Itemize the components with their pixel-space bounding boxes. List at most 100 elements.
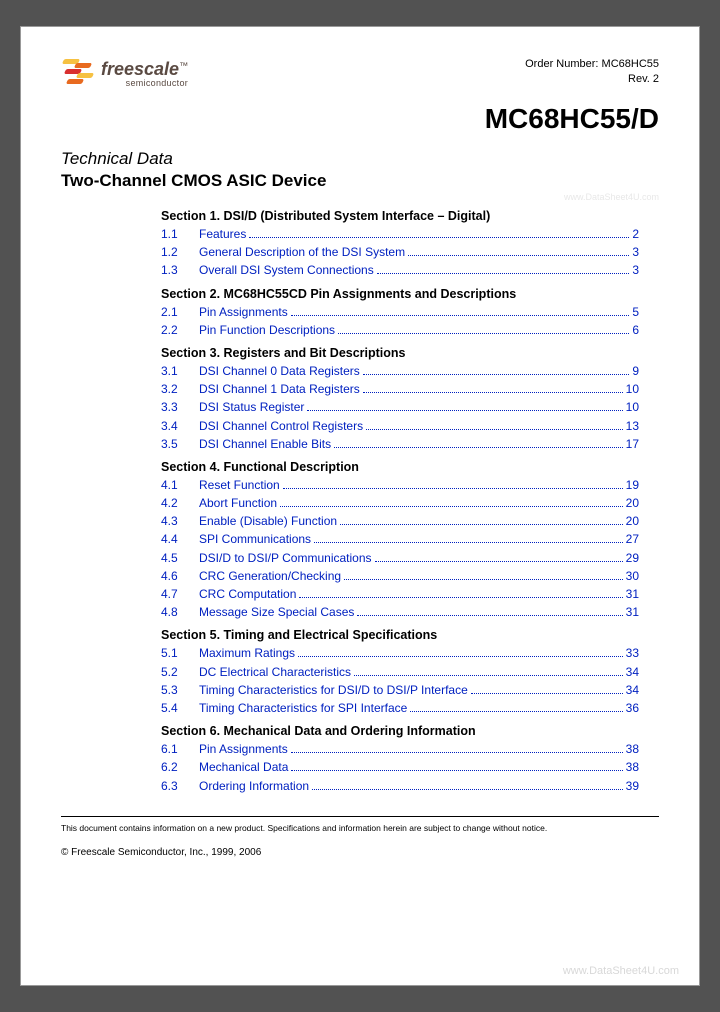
section-heading: Section 1. DSI/D (Distributed System Int… xyxy=(161,209,639,223)
toc-number: 3.2 xyxy=(161,381,199,397)
toc-label: Overall DSI System Connections xyxy=(199,262,374,278)
toc-entry[interactable]: 4.7CRC Computation31 xyxy=(161,586,639,602)
toc-label: Timing Characteristics for SPI Interface xyxy=(199,700,407,716)
watermark-bottom: www.DataSheet4U.com xyxy=(563,965,679,977)
toc-leader-dots xyxy=(314,542,623,543)
toc-page: 30 xyxy=(626,568,639,584)
toc-label: General Description of the DSI System xyxy=(199,244,405,260)
toc-number: 1.1 xyxy=(161,226,199,242)
toc-page: 36 xyxy=(626,700,639,716)
disclaimer: This document contains information on a … xyxy=(61,823,659,833)
toc-entry[interactable]: 6.3Ordering Information39 xyxy=(161,778,639,794)
toc-label: DSI Channel 1 Data Registers xyxy=(199,381,360,397)
toc-entry[interactable]: 4.3Enable (Disable) Function20 xyxy=(161,513,639,529)
toc-page: 13 xyxy=(626,418,639,434)
toc-entry[interactable]: 5.2DC Electrical Characteristics 34 xyxy=(161,664,639,680)
toc-page: 34 xyxy=(626,682,639,698)
toc-entry[interactable]: 1.2General Description of the DSI System… xyxy=(161,244,639,260)
toc-label: Abort Function xyxy=(199,495,277,511)
toc-label: DSI Channel 0 Data Registers xyxy=(199,363,360,379)
toc-number: 3.1 xyxy=(161,363,199,379)
toc-page: 20 xyxy=(626,495,639,511)
toc-label: Features xyxy=(199,226,246,242)
toc-label: DSI Channel Control Registers xyxy=(199,418,363,434)
toc-entry[interactable]: 6.1Pin Assignments38 xyxy=(161,741,639,757)
toc-entry[interactable]: 4.8Message Size Special Cases31 xyxy=(161,604,639,620)
toc-entry[interactable]: 1.1Features2 xyxy=(161,226,639,242)
toc-leader-dots xyxy=(291,315,630,316)
toc-entry[interactable]: 3.5DSI Channel Enable Bits 17 xyxy=(161,436,639,452)
toc-entry[interactable]: 2.1Pin Assignments5 xyxy=(161,304,639,320)
toc-leader-dots xyxy=(249,237,629,238)
toc-number: 4.5 xyxy=(161,550,199,566)
toc-leader-dots xyxy=(363,392,623,393)
toc-page: 10 xyxy=(626,381,639,397)
technical-data-label: Technical Data xyxy=(61,149,659,169)
toc-number: 2.2 xyxy=(161,322,199,338)
toc-number: 1.3 xyxy=(161,262,199,278)
toc-page: 38 xyxy=(626,741,639,757)
divider xyxy=(61,816,659,817)
toc-entry[interactable]: 5.1Maximum Ratings33 xyxy=(161,645,639,661)
toc-label: Pin Assignments xyxy=(199,304,288,320)
toc-entry[interactable]: 3.1DSI Channel 0 Data Registers9 xyxy=(161,363,639,379)
toc-label: DC Electrical Characteristics xyxy=(199,664,351,680)
toc-entry[interactable]: 4.4SPI Communications27 xyxy=(161,531,639,547)
toc-entry[interactable]: 5.3Timing Characteristics for DSI/D to D… xyxy=(161,682,639,698)
toc-page: 39 xyxy=(626,778,639,794)
toc-leader-dots xyxy=(340,524,623,525)
toc-page: 31 xyxy=(626,604,639,620)
logo-block: freescale™ semiconductor xyxy=(61,57,188,91)
toc-number: 5.1 xyxy=(161,645,199,661)
logo-text: freescale™ semiconductor xyxy=(101,60,188,88)
toc-number: 4.6 xyxy=(161,568,199,584)
toc-number: 4.8 xyxy=(161,604,199,620)
toc-entry[interactable]: 4.5DSI/D to DSI/P Communications29 xyxy=(161,550,639,566)
toc-entry[interactable]: 3.4DSI Channel Control Registers13 xyxy=(161,418,639,434)
toc-entry[interactable]: 3.3DSI Status Register10 xyxy=(161,399,639,415)
toc-label: DSI Channel Enable Bits xyxy=(199,436,331,452)
toc-label: SPI Communications xyxy=(199,531,311,547)
toc-number: 3.5 xyxy=(161,436,199,452)
table-of-contents: Section 1. DSI/D (Distributed System Int… xyxy=(161,209,639,794)
toc-label: Pin Function Descriptions xyxy=(199,322,335,338)
toc-leader-dots xyxy=(334,447,623,448)
toc-page: 34 xyxy=(626,664,639,680)
toc-page: 29 xyxy=(626,550,639,566)
toc-label: Pin Assignments xyxy=(199,741,288,757)
toc-entry[interactable]: 4.1Reset Function19 xyxy=(161,477,639,493)
toc-page: 17 xyxy=(626,436,639,452)
toc-number: 4.2 xyxy=(161,495,199,511)
toc-leader-dots xyxy=(357,615,622,616)
toc-leader-dots xyxy=(377,273,630,274)
toc-page: 6 xyxy=(632,322,639,338)
section-heading: Section 2. MC68HC55CD Pin Assignments an… xyxy=(161,287,639,301)
toc-entry[interactable]: 3.2DSI Channel 1 Data Registers 10 xyxy=(161,381,639,397)
revision: Rev. 2 xyxy=(525,72,659,87)
toc-leader-dots xyxy=(291,752,623,753)
toc-number: 1.2 xyxy=(161,244,199,260)
toc-page: 27 xyxy=(626,531,639,547)
toc-page: 10 xyxy=(626,399,639,415)
section-heading: Section 6. Mechanical Data and Ordering … xyxy=(161,724,639,738)
freescale-logo-icon xyxy=(61,57,95,91)
section-heading: Section 4. Functional Description xyxy=(161,460,639,474)
toc-entry[interactable]: 2.2Pin Function Descriptions 6 xyxy=(161,322,639,338)
toc-page: 33 xyxy=(626,645,639,661)
section-heading: Section 5. Timing and Electrical Specifi… xyxy=(161,628,639,642)
toc-entry[interactable]: 1.3Overall DSI System Connections3 xyxy=(161,262,639,278)
toc-entry[interactable]: 5.4Timing Characteristics for SPI Interf… xyxy=(161,700,639,716)
order-info: Order Number: MC68HC55 Rev. 2 xyxy=(525,57,659,87)
toc-number: 4.3 xyxy=(161,513,199,529)
toc-leader-dots xyxy=(338,333,629,334)
toc-entry[interactable]: 6.2Mechanical Data38 xyxy=(161,759,639,775)
order-number: Order Number: MC68HC55 xyxy=(525,57,659,72)
logo-tm: ™ xyxy=(179,61,188,71)
toc-entry[interactable]: 4.6CRC Generation/Checking30 xyxy=(161,568,639,584)
toc-entry[interactable]: 4.2Abort Function 20 xyxy=(161,495,639,511)
toc-number: 5.2 xyxy=(161,664,199,680)
toc-number: 4.7 xyxy=(161,586,199,602)
toc-label: Reset Function xyxy=(199,477,280,493)
toc-leader-dots xyxy=(291,770,622,771)
toc-leader-dots xyxy=(471,693,623,694)
